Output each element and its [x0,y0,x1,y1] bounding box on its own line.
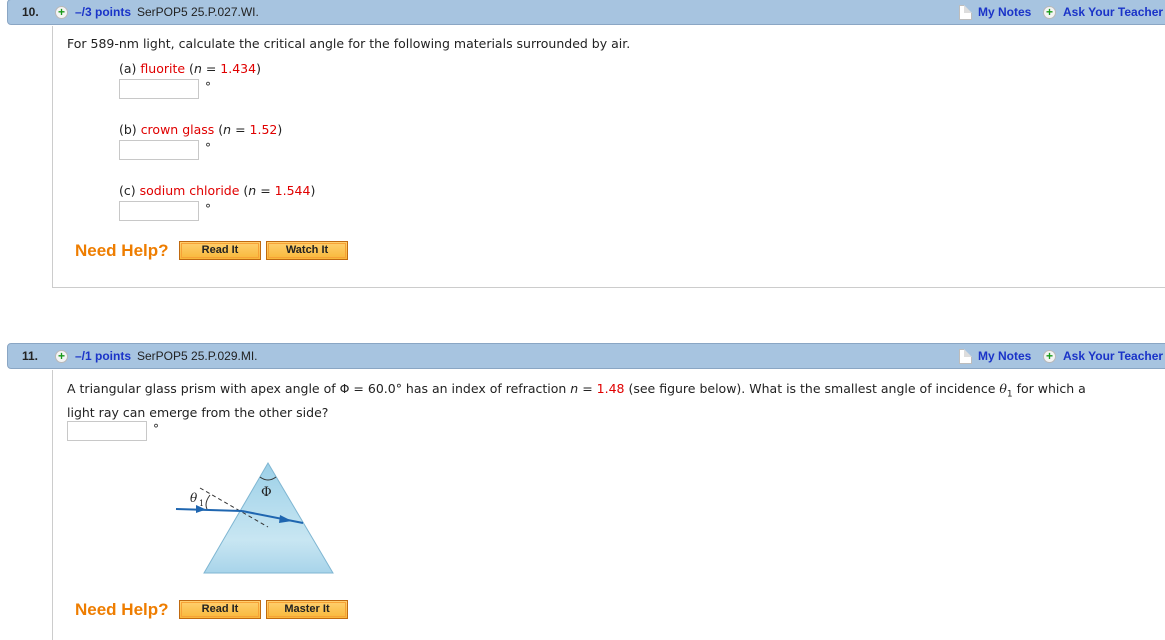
theta-subscript-label: 1 [199,499,204,508]
answer-input-a[interactable] [119,79,199,99]
apex-label: Φ [261,485,272,500]
ask-teacher-plus-icon[interactable]: + [1043,350,1056,363]
material-name: crown glass [140,122,215,137]
incident-ray [175,508,243,512]
part-letter: (c) [119,183,136,198]
question-prompt-line2: light ray can emerge from the other side… [67,405,329,420]
part-c-label: (c) sodium chloride (n = 1.544) [119,183,315,198]
master-it-button[interactable]: Master It [266,600,348,619]
paren: ) [310,183,316,198]
prompt-text: for which a [1012,381,1086,396]
points-link[interactable]: –/1 points [75,349,131,363]
question-number: 10. [22,5,39,19]
part-letter: (a) [119,61,137,76]
answer-input-c[interactable] [119,201,199,221]
question-code: SerPOP5 25.P.029.MI. [137,349,258,363]
question-code: SerPOP5 25.P.027.WI. [137,5,259,19]
degree-unit: ° [205,80,211,94]
n-variable: n [223,122,232,137]
question-number: 11. [22,349,39,363]
expand-plus-icon[interactable]: + [55,350,68,363]
need-help-label: Need Help? [75,241,169,260]
ask-teacher-plus-icon[interactable]: + [1043,6,1056,19]
prompt-text: A triangular glass prism with apex angle… [67,381,571,396]
n-value: 1.544 [274,183,311,198]
answer-input[interactable] [67,421,147,441]
part-b-label: (b) crown glass (n = 1.52) [119,122,282,137]
question-prompt: For 589-nm light, calculate the critical… [67,36,631,51]
degree-unit: ° [153,422,159,436]
question-divider [52,287,1165,288]
answer-input-b[interactable] [119,140,199,160]
notes-icon[interactable] [959,5,972,20]
material-name: sodium chloride [139,183,240,198]
n-value: 1.434 [220,61,257,76]
theta-symbol: θ [999,381,1007,396]
watch-it-button[interactable]: Watch It [266,241,348,260]
incidence-angle-arc [205,494,211,510]
prism-figure: Φ θ 1 [175,462,334,574]
prompt-text: (see figure below). What is the smallest… [624,381,1000,396]
need-help-label: Need Help? [75,600,169,619]
ask-your-teacher-link[interactable]: Ask Your Teacher [1063,5,1163,19]
theta-label: θ [190,491,198,505]
n-value: 1.48 [596,381,625,396]
equals: = [201,61,221,76]
question-prompt: A triangular glass prism with apex angle… [67,381,1086,400]
part-a-label: (a) fluorite (n = 1.434) [119,61,261,76]
points-link[interactable]: –/3 points [75,5,131,19]
equals: = [256,183,275,198]
degree-unit: ° [205,202,211,216]
read-it-button[interactable]: Read It [179,600,261,619]
expand-plus-icon[interactable]: + [55,6,68,19]
read-it-button[interactable]: Read It [179,241,261,260]
n-value: 1.52 [249,122,278,137]
paren: ) [277,122,283,137]
ask-your-teacher-link[interactable]: Ask Your Teacher [1063,349,1163,363]
question-10-header: 10. + –/3 points SerPOP5 25.P.027.WI. My… [7,0,1165,25]
equals: = [578,381,597,396]
question-11-header: 11. + –/1 points SerPOP5 25.P.029.MI. My… [7,343,1165,369]
material-name: fluorite [140,61,186,76]
notes-icon[interactable] [959,349,972,364]
n-variable: n [193,61,202,76]
my-notes-link[interactable]: My Notes [978,5,1031,19]
degree-unit: ° [205,141,211,155]
paren: ) [256,61,261,76]
equals: = [231,122,250,137]
my-notes-link[interactable]: My Notes [978,349,1031,363]
part-letter: (b) [119,122,137,137]
